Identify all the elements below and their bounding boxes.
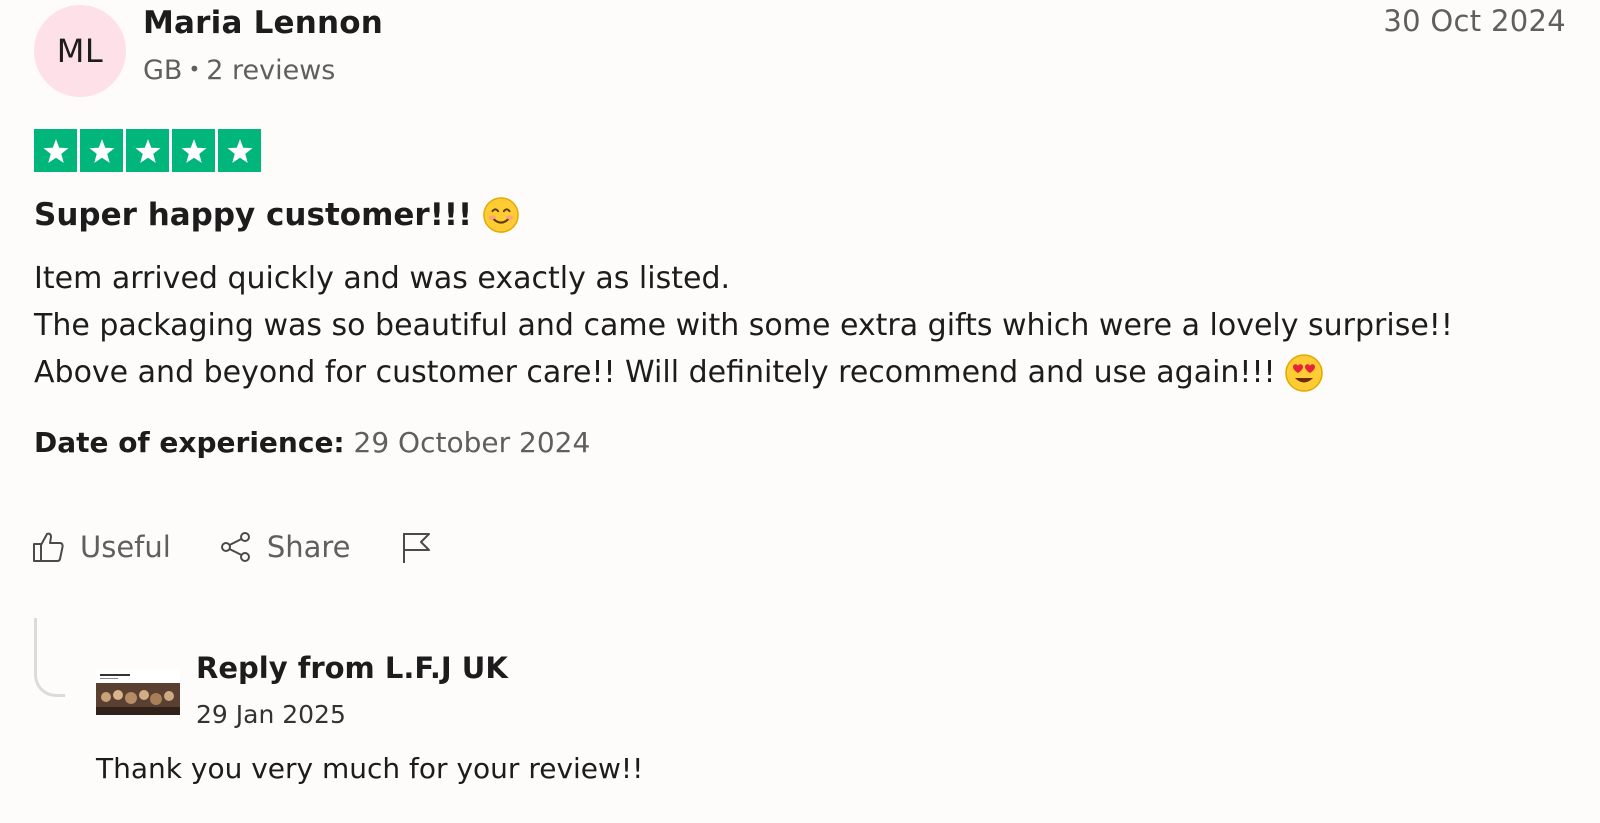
- date-of-experience-label: Date of experience:: [34, 426, 345, 459]
- review-date: 30 Oct 2024: [1383, 4, 1566, 38]
- flag-icon: [402, 533, 430, 563]
- share-icon: [220, 532, 250, 562]
- company-logo-image: [96, 669, 180, 715]
- reviewer-review-count: 2 reviews: [206, 55, 336, 86]
- date-of-experience: Date of experience: 29 October 2024: [34, 426, 590, 459]
- reviewer-meta: GB • 2 reviews: [143, 55, 335, 86]
- share-label: Share: [266, 530, 351, 564]
- review-title-text: Super happy customer!!!: [34, 197, 473, 233]
- useful-label: Useful: [80, 530, 171, 564]
- useful-button[interactable]: Useful: [32, 530, 171, 564]
- review-title[interactable]: Super happy customer!!!: [34, 196, 520, 234]
- reply-text: Thank you very much for your review!!: [96, 752, 644, 785]
- star-icon: [218, 129, 261, 172]
- avatar-initials: ML: [56, 32, 104, 70]
- star-icon: [172, 129, 215, 172]
- share-button[interactable]: Share: [219, 530, 351, 564]
- report-button[interactable]: [399, 530, 433, 564]
- reviewer-name[interactable]: Maria Lennon: [143, 5, 383, 41]
- heart-eyes-emoji: [1284, 353, 1323, 392]
- avatar[interactable]: ML: [34, 5, 126, 97]
- star-icon: [80, 129, 123, 172]
- star-icon: [34, 129, 77, 172]
- review-body-line: The packaging was so beautiful and came …: [34, 308, 1453, 343]
- star-rating: [34, 129, 261, 172]
- company-logo[interactable]: [96, 669, 180, 715]
- separator-dot: •: [188, 57, 201, 81]
- thumbs-up-icon: [33, 532, 64, 562]
- review-card: ML Maria Lennon GB • 2 reviews 30 Oct 2024…: [0, 0, 1600, 823]
- review-actions: Useful Share: [32, 530, 433, 564]
- reply-date: 29 Jan 2025: [196, 700, 346, 729]
- date-of-experience-value: 29 October 2024: [353, 426, 591, 459]
- reply-connector: [34, 618, 65, 697]
- review-body: Item arrived quickly and was exactly as …: [34, 255, 1453, 396]
- reviewer-country: GB: [143, 55, 183, 86]
- star-icon: [126, 129, 169, 172]
- smiling-face-emoji: [483, 197, 519, 233]
- review-body-line: Item arrived quickly and was exactly as …: [34, 261, 731, 296]
- reply-from: Reply from L.F.J UK: [196, 651, 508, 685]
- review-body-line: Above and beyond for customer care!! Wil…: [34, 349, 1453, 396]
